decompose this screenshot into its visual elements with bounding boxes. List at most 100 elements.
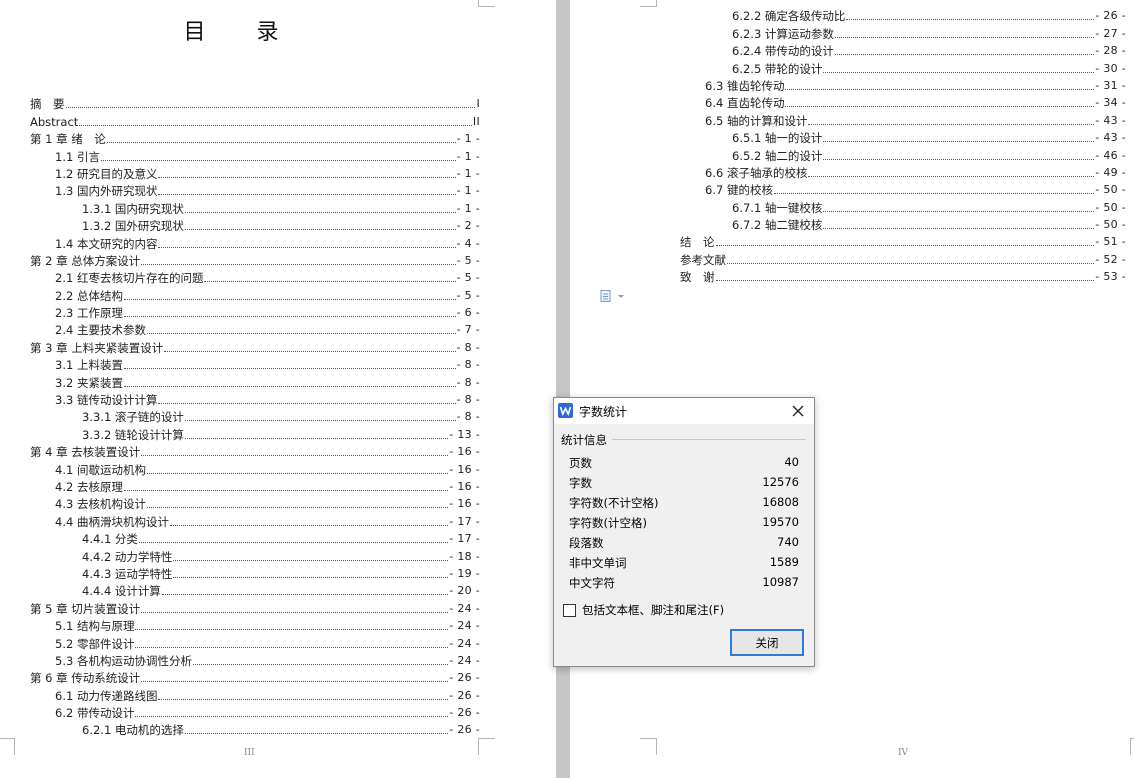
toc-entry[interactable]: 6.2 带传动设计 - 26 - [30, 703, 480, 720]
toc-entry[interactable]: Abstract II [30, 111, 480, 129]
toc-title: 目 录 [183, 20, 301, 45]
toc-entry-title: 4.4.4 设计计算 [82, 584, 161, 599]
toc-leader-dots [184, 420, 456, 422]
toc-entry-page: - 31 - [1095, 78, 1126, 92]
toc-entry[interactable]: 6.7.2 轴二键校核 - 50 - [680, 215, 1126, 232]
toc-entry-title: 6.1 动力传递路线图 [55, 688, 158, 703]
toc-entry[interactable]: 5.2 零部件设计 - 24 - [30, 633, 480, 651]
toc-entry[interactable]: 1.2 研究目的及意义 - 1 - [30, 164, 480, 181]
toc-entry[interactable]: 第 4 章 去核装置设计 - 16 - [30, 442, 480, 459]
page-corner-mark [478, 738, 495, 755]
toc-entry[interactable]: 4.4.4 设计计算 - 20 - [30, 581, 480, 598]
toc-entry-title: 第 1 章 绪 论 [30, 132, 106, 147]
toc-entry-title: 1.3.2 国外研究现状 [82, 219, 184, 234]
toc-entry[interactable]: 2.4 主要技术参数 - 7 - [30, 320, 480, 337]
toc-entry[interactable]: 1.4 本文研究的内容 - 4 - [30, 233, 480, 251]
toc-entry[interactable]: 6.3 锥齿轮传动 - 31 - [680, 76, 1126, 93]
include-textbox-checkbox[interactable] [563, 603, 576, 617]
toc-leader-dots [138, 542, 449, 544]
toc-entry[interactable]: 6.2.1 电动机的选择 - 26 - [30, 720, 480, 737]
toc-entry[interactable]: 2.1 红枣去核切片存在的问题 - 5 - [30, 268, 480, 285]
toc-entry[interactable]: 第 2 章 总体方案设计 - 5 - [30, 251, 480, 268]
toc-entry-page: - 50 - [1095, 183, 1126, 197]
toc-entry-title: 5.2 零部件设计 [55, 636, 135, 651]
toc-entry[interactable]: 6.5.2 轴二的设计 - 46 - [680, 145, 1126, 163]
toc-entry[interactable]: 第 3 章 上料夹紧装置设计 - 8 - [30, 337, 480, 355]
word-count-dialog: 字数统计 统计信息 页数 40 字数 12576 字符数(不计空格) 16808 字符数(计… [553, 397, 815, 667]
toc-entry[interactable]: 6.2.3 计算运动参数 - 27 - [680, 23, 1126, 41]
toc-entry[interactable]: 第 5 章 切片装置设计 - 24 - [30, 598, 480, 616]
toc-entry[interactable]: 5.3 各机构运动协调性分析 - 24 - [30, 651, 480, 668]
close-icon[interactable] [788, 401, 808, 421]
toc-entry[interactable]: 第 1 章 绪 论 - 1 - [30, 129, 480, 146]
toc-entry-page: - 16 - [449, 497, 480, 511]
toc-entry-title: 6.2.5 带轮的设计 [732, 61, 823, 76]
include-textbox-checkbox-row[interactable]: 包括文本框、脚注和尾注(F) [563, 602, 724, 618]
toc-leader-dots [158, 698, 449, 700]
toc-entry-page: - 2 - [456, 219, 480, 233]
toc-entry[interactable]: 1.3 国内外研究现状 - 1 - [30, 181, 480, 198]
toc-leader-dots [123, 316, 456, 318]
toc-leader-dots [65, 107, 476, 109]
toc-entry[interactable]: 6.4 直齿轮传动 - 34 - [680, 93, 1126, 110]
toc-entry-page: - 53 - [1095, 270, 1126, 284]
page-corner-mark [1130, 738, 1134, 755]
toc-entry[interactable]: 6.7.1 轴一键校核 - 50 - [680, 197, 1126, 215]
toc-leader-dots [727, 262, 1095, 264]
toc-entry[interactable]: 6.6 滚子轴承的校核 - 49 - [680, 163, 1126, 180]
toc-entry[interactable]: 2.3 工作原理 - 6 - [30, 303, 480, 320]
dialog-titlebar[interactable]: 字数统计 [554, 398, 814, 424]
toc-entry[interactable]: 致 谢 - 53 - [680, 267, 1126, 284]
toc-entry[interactable]: 3.1 上料装置 - 8 - [30, 355, 480, 372]
toc-entry[interactable]: 6.5 轴的计算和设计 - 43 - [680, 110, 1126, 128]
toc-entry[interactable]: 4.2 去核原理 - 16 - [30, 477, 480, 494]
toc-entry[interactable]: 摘 要I [30, 94, 480, 111]
toc-leader-dots [834, 36, 1095, 38]
toc-entry-title: 6.5.1 轴一的设计 [732, 131, 823, 146]
toc-entry[interactable]: 1.1 引言 - 1 - [30, 146, 480, 164]
toc-entry[interactable]: 6.5.1 轴一的设计 - 43 - [680, 128, 1126, 145]
toc-leader-dots [158, 176, 456, 178]
toc-entry[interactable]: 参考文献 - 52 - [680, 249, 1126, 267]
toc-entry-page: - 8 - [456, 358, 480, 372]
toc-entry[interactable]: 4.3 去核机构设计 - 16 - [30, 494, 480, 511]
page-corner-mark [0, 738, 15, 755]
toc-entry[interactable]: 5.1 结构与原理 - 24 - [30, 616, 480, 633]
toc-entry[interactable]: 4.1 间歇运动机构 - 16 - [30, 459, 480, 477]
toc-list-right: 6.2.2 确定各级传动比 - 26 -6.2.3 计算运动参数 - 27 -6.2… [680, 6, 1126, 284]
toc-entry[interactable]: 6.2.2 确定各级传动比 - 26 - [680, 6, 1126, 23]
toc-entry[interactable]: 6.7 键的校核 - 50 - [680, 180, 1126, 197]
toc-entry-title: 4.3 去核机构设计 [55, 497, 146, 512]
toc-entry-page: - 18 - [449, 549, 480, 563]
toc-entry-title: 3.2 夹紧装置 [55, 375, 123, 390]
close-button[interactable]: 关闭 [730, 629, 804, 656]
toc-entry[interactable]: 3.2 夹紧装置 - 8 - [30, 372, 480, 390]
toc-entry[interactable]: 1.3.1 国内研究现状 - 1 - [30, 198, 480, 216]
toc-entry-title: 2.4 主要技术参数 [55, 323, 146, 338]
toc-entry-page: - 4 - [456, 236, 480, 250]
toc-leader-dots [141, 455, 449, 457]
page-number: III [244, 748, 255, 758]
toc-entry[interactable]: 3.3.2 链轮设计计算 - 13 - [30, 424, 480, 442]
toc-entry-page: - 5 - [456, 253, 480, 267]
toc-entry[interactable]: 6.2.5 带轮的设计 - 30 - [680, 58, 1126, 76]
toc-entry[interactable]: 3.3 链传动设计计算 - 8 - [30, 390, 480, 407]
toc-entry[interactable]: 第 6 章 传动系统设计 - 26 - [30, 668, 480, 685]
toc-entry-title: 参考文献 [680, 252, 726, 267]
toc-leader-dots [204, 281, 456, 283]
toc-entry[interactable]: 6.1 动力传递路线图 - 26 - [30, 685, 480, 703]
stat-value: 40 [784, 455, 799, 469]
toc-entry[interactable]: 4.4.1 分类 - 17 - [30, 529, 480, 546]
toc-entry[interactable]: 4.4.3 运动学特性 - 19 - [30, 564, 480, 581]
toc-entry[interactable]: 4.4 曲柄滑块机构设计 - 17 - [30, 511, 480, 529]
toc-entry[interactable]: 6.2.4 带传动的设计 - 28 - [680, 41, 1126, 58]
toc-leader-dots [808, 123, 1095, 125]
toc-entry[interactable]: 4.4.2 动力学特性 - 18 - [30, 546, 480, 564]
toc-leader-dots [785, 88, 1095, 90]
toc-entry[interactable]: 1.3.2 国外研究现状 - 2 - [30, 216, 480, 233]
toc-entry[interactable]: 2.2 总体结构 - 5 - [30, 285, 480, 303]
paste-options-icon[interactable] [600, 290, 626, 302]
toc-entry[interactable]: 3.3.1 滚子链的设计 - 8 - [30, 407, 480, 424]
toc-entry-title: 3.3.2 链轮设计计算 [82, 427, 184, 442]
toc-entry[interactable]: 结 论 - 51 - [680, 232, 1126, 249]
